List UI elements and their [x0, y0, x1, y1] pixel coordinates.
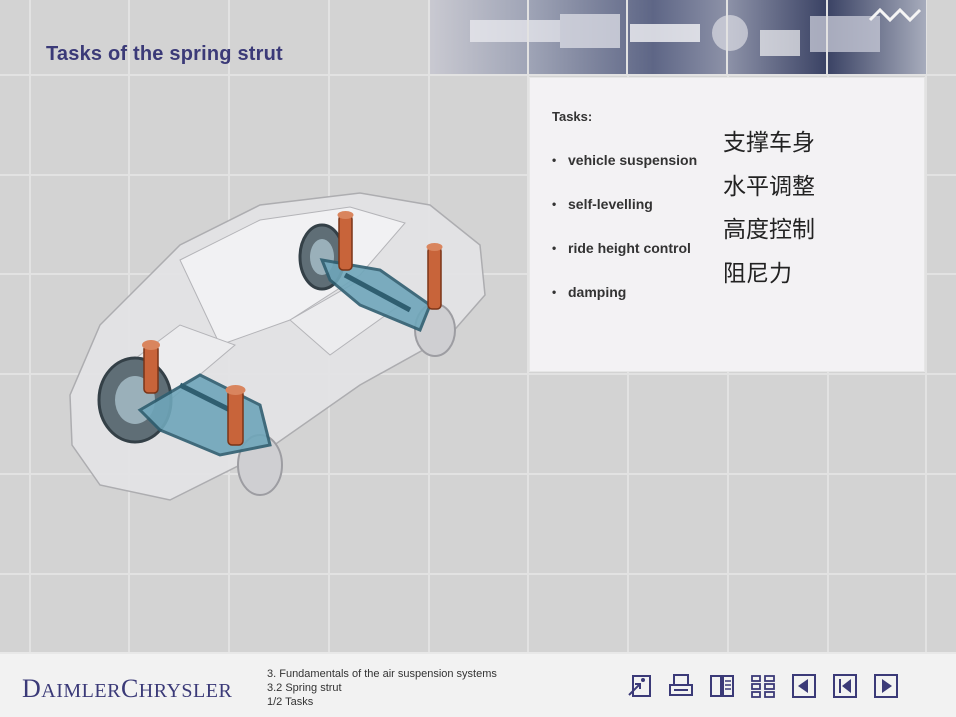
breadcrumb-chapter: 3. Fundamentals of the air suspension sy… — [267, 668, 497, 680]
list-item: • vehicle suspension — [552, 152, 698, 168]
previous-icon — [792, 674, 816, 698]
footer-bar: DAIMLERCHRYSLER 3. Fundamentals of the a… — [0, 652, 956, 717]
breadcrumb-page: 1/2 Tasks — [267, 696, 314, 708]
chinese-task-label: 阻尼力 — [723, 260, 792, 287]
list-item: • damping — [552, 284, 627, 300]
task-label: self-levelling — [568, 196, 653, 212]
contents-button[interactable] — [749, 672, 777, 700]
exit-button[interactable] — [626, 672, 654, 700]
next-icon — [874, 674, 898, 698]
header-strut-photo — [430, 0, 926, 74]
print-button[interactable] — [667, 672, 695, 700]
chinese-task-label: 水平调整 — [723, 173, 815, 200]
contents-icon — [751, 675, 775, 698]
previous-button[interactable] — [790, 672, 818, 700]
front-right-strut — [225, 385, 246, 446]
rear-right-strut — [426, 243, 443, 310]
tasks-heading: Tasks: — [552, 109, 593, 124]
rear-left-strut — [337, 211, 354, 271]
print-icon — [669, 674, 693, 696]
glossary-button[interactable] — [708, 672, 736, 700]
brand-logo: DAIMLERCHRYSLER — [22, 674, 233, 703]
page-title: Tasks of the spring strut — [46, 43, 283, 65]
tasks-panel: Tasks: • vehicle suspension • self-levelli… — [529, 77, 925, 372]
list-item: • ride height control — [552, 240, 691, 256]
car-suspension-illustration — [60, 185, 500, 515]
navigation-toolbar — [626, 672, 900, 700]
list-item: • self-levelling — [552, 196, 653, 212]
task-label: vehicle suspension — [568, 152, 698, 168]
breadcrumb: 3. Fundamentals of the air suspension sy… — [267, 667, 497, 709]
first-page-button[interactable] — [831, 672, 859, 700]
chinese-task-label: 支撑车身 — [723, 130, 815, 156]
glossary-icon — [710, 675, 734, 697]
chinese-tasks-list: 支撑车身 水平调整 高度控制 阻尼力 — [723, 123, 815, 297]
task-label: damping — [568, 284, 627, 300]
next-button[interactable] — [872, 672, 900, 700]
front-left-strut — [142, 340, 160, 394]
task-label: ride height control — [568, 240, 691, 256]
tasks-list: • vehicle suspension • self-levelling • rid… — [552, 152, 697, 328]
exit-icon — [628, 675, 651, 697]
breadcrumb-section: 3.2 Spring strut — [267, 682, 342, 694]
first-page-icon — [833, 674, 857, 698]
chinese-task-label: 高度控制 — [723, 217, 815, 243]
